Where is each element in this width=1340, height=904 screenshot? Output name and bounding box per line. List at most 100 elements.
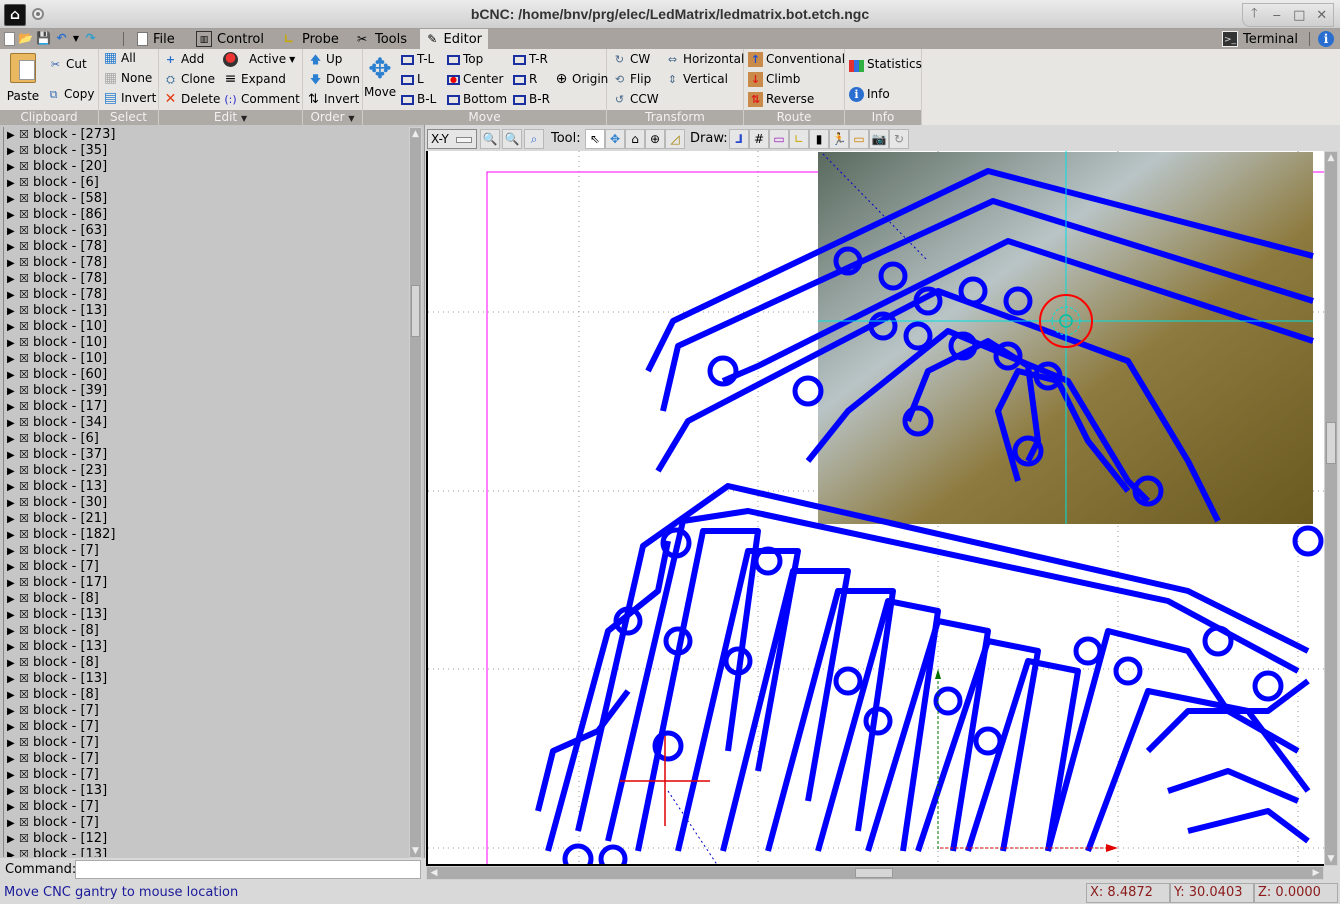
tree-block-item[interactable]: ▶ ☒ block - [12] (4, 831, 408, 847)
tree-block-item[interactable]: ▶ ☒ block - [7] (4, 543, 408, 559)
scroll-down-arrow-icon[interactable]: ▼ (410, 845, 421, 857)
expand-triangle-icon[interactable]: ▶ (7, 496, 19, 512)
expand-triangle-icon[interactable]: ▶ (7, 624, 19, 640)
scroll-up-arrow-icon[interactable]: ▲ (1325, 152, 1337, 164)
info-button[interactable]: i Info (849, 85, 890, 104)
tree-block-item[interactable]: ▶ ☒ block - [6] (4, 175, 408, 191)
expand-triangle-icon[interactable]: ▶ (7, 208, 19, 224)
paste-button[interactable]: Paste (4, 53, 42, 103)
tree-block-item[interactable]: ▶ ☒ block - [78] (4, 239, 408, 255)
enabled-checkbox-icon[interactable]: ☒ (19, 751, 33, 767)
expand-triangle-icon[interactable]: ▶ (7, 320, 19, 336)
tree-block-item[interactable]: ▶ ☒ block - [37] (4, 447, 408, 463)
expand-triangle-icon[interactable]: ▶ (7, 768, 19, 784)
tree-block-item[interactable]: ▶ ☒ block - [63] (4, 223, 408, 239)
undo-dropdown-icon[interactable]: ▼ (72, 31, 80, 46)
expand-triangle-icon[interactable]: ▶ (7, 656, 19, 672)
enabled-checkbox-icon[interactable]: ☒ (19, 207, 33, 223)
undo-icon[interactable]: ↶ (54, 31, 69, 46)
expand-triangle-icon[interactable]: ▶ (7, 368, 19, 384)
tree-block-item[interactable]: ▶ ☒ block - [39] (4, 383, 408, 399)
tree-block-item[interactable]: ▶ ☒ block - [7] (4, 559, 408, 575)
expand-triangle-icon[interactable]: ▶ (7, 816, 19, 832)
enabled-checkbox-icon[interactable]: ☒ (19, 655, 33, 671)
draw-probe-toggle[interactable]: ∟ (789, 129, 809, 149)
enabled-checkbox-icon[interactable]: ☒ (19, 575, 33, 591)
select-invert-button[interactable]: ▤ Invert (103, 89, 156, 108)
tree-block-item[interactable]: ▶ ☒ block - [7] (4, 703, 408, 719)
tree-block-item[interactable]: ▶ ☒ block - [30] (4, 495, 408, 511)
add-button[interactable]: + Add (163, 50, 204, 69)
expand-triangle-icon[interactable]: ▶ (7, 576, 19, 592)
move-down-button[interactable]: 🡇 Down (308, 70, 360, 89)
tree-block-item[interactable]: ▶ ☒ block - [273] (4, 127, 408, 143)
pan-tool-button[interactable]: ✥ (605, 129, 625, 149)
expand-triangle-icon[interactable]: ▶ (7, 176, 19, 192)
tree-block-item[interactable]: ▶ ☒ block - [6] (4, 431, 408, 447)
enabled-checkbox-icon[interactable]: ☒ (19, 271, 33, 287)
tree-vertical-scrollbar[interactable]: ▲ ▼ (409, 127, 422, 858)
tab-terminal[interactable]: >_ Terminal (1216, 29, 1304, 49)
expand-triangle-icon[interactable]: ▶ (7, 672, 19, 688)
tree-block-item[interactable]: ▶ ☒ block - [13] (4, 639, 408, 655)
expand-triangle-icon[interactable]: ▶ (7, 704, 19, 720)
tab-editor[interactable]: ✎ Editor (420, 29, 488, 49)
expand-triangle-icon[interactable]: ▶ (7, 272, 19, 288)
minimize-button[interactable]: ‒ (1269, 8, 1285, 23)
enabled-checkbox-icon[interactable]: ☒ (19, 383, 33, 399)
zoom-fit-button[interactable]: ⌕ (524, 129, 544, 149)
scroll-up-arrow-icon[interactable]: ▲ (410, 128, 421, 140)
move-r-button[interactable]: R (513, 70, 537, 89)
cut-button[interactable]: ✂ Cut (48, 55, 87, 74)
tree-block-item[interactable]: ▶ ☒ block - [182] (4, 527, 408, 543)
gantry-tool-button[interactable]: ⌂ (625, 129, 645, 149)
enabled-checkbox-icon[interactable]: ☒ (19, 159, 33, 175)
tree-block-item[interactable]: ▶ ☒ block - [10] (4, 335, 408, 351)
active-dropdown[interactable]: Active ▼ (223, 50, 295, 69)
view-select[interactable]: X-Y (427, 129, 477, 149)
tree-block-item[interactable]: ▶ ☒ block - [7] (4, 751, 408, 767)
expand-triangle-icon[interactable]: ▶ (7, 512, 19, 528)
block-tree[interactable]: ▶ ☒ block - [273] ▶ ☒ block - [35] ▶ ☒ block - [… (3, 127, 408, 857)
expand-button[interactable]: ≡ Expand (223, 70, 286, 89)
expand-triangle-icon[interactable]: ▶ (7, 480, 19, 496)
tree-block-item[interactable]: ▶ ☒ block - [13] (4, 303, 408, 319)
tree-block-item[interactable]: ▶ ☒ block - [8] (4, 591, 408, 607)
delete-button[interactable]: ✕ Delete (163, 90, 221, 109)
zoom-out-button[interactable]: 🔍 (502, 129, 522, 149)
tab-probe[interactable]: ∟ Probe (275, 29, 345, 49)
enabled-checkbox-icon[interactable]: ☒ (19, 223, 33, 239)
rotate-cw-button[interactable]: ↻ CW (612, 50, 650, 69)
expand-triangle-icon[interactable]: ▶ (7, 160, 19, 176)
scroll-down-arrow-icon[interactable]: ▼ (1325, 853, 1337, 865)
tree-block-item[interactable]: ▶ ☒ block - [13] (4, 607, 408, 623)
enabled-checkbox-icon[interactable]: ☒ (19, 303, 33, 319)
ruler-tool-button[interactable]: ◿ (665, 129, 685, 149)
climb-button[interactable]: ↓ Climb (748, 70, 800, 89)
enabled-checkbox-icon[interactable]: ☒ (19, 319, 33, 335)
draw-workarea-toggle[interactable]: ▮ (809, 129, 829, 149)
reverse-button[interactable]: ⇅ Reverse (748, 90, 814, 109)
tab-control[interactable]: ▥ Control (190, 29, 270, 49)
expand-triangle-icon[interactable]: ▶ (7, 352, 19, 368)
move-tr-button[interactable]: T-R (513, 50, 548, 69)
enabled-checkbox-icon[interactable]: ☒ (19, 639, 33, 655)
enabled-checkbox-icon[interactable]: ☒ (19, 127, 33, 143)
tree-block-item[interactable]: ▶ ☒ block - [7] (4, 735, 408, 751)
enabled-checkbox-icon[interactable]: ☒ (19, 815, 33, 831)
select-none-button[interactable]: ▦ None (103, 69, 152, 88)
enabled-checkbox-icon[interactable]: ☒ (19, 735, 33, 751)
canvas-horizontal-scrollbar[interactable]: ◀ ▶ (426, 866, 1324, 880)
expand-triangle-icon[interactable]: ▶ (7, 240, 19, 256)
enabled-checkbox-icon[interactable]: ☒ (19, 335, 33, 351)
draw-axes-toggle[interactable]: ⅃ (729, 129, 749, 149)
expand-triangle-icon[interactable]: ▶ (7, 304, 19, 320)
tree-block-item[interactable]: ▶ ☒ block - [86] (4, 207, 408, 223)
gcode-canvas[interactable] (426, 151, 1324, 866)
enabled-checkbox-icon[interactable]: ☒ (19, 719, 33, 735)
tab-tools[interactable]: ✂ Tools (348, 29, 413, 49)
expand-triangle-icon[interactable]: ▶ (7, 336, 19, 352)
comment-button[interactable]: (:) Comment (223, 90, 299, 109)
expand-triangle-icon[interactable]: ▶ (7, 720, 19, 736)
enabled-checkbox-icon[interactable]: ☒ (19, 687, 33, 703)
